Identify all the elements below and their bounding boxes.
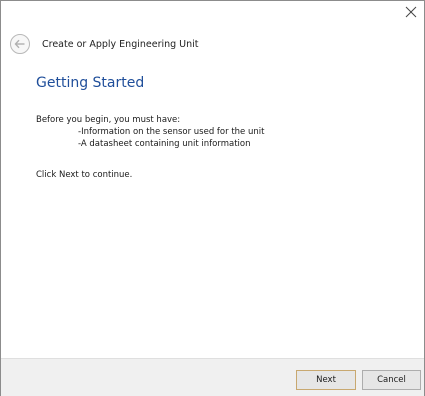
button-bar: Next Cancel <box>1 358 424 396</box>
back-arrow-icon[interactable] <box>9 33 31 55</box>
page-heading: Getting Started <box>36 75 145 91</box>
next-button[interactable]: Next <box>296 370 356 390</box>
wizard-header: Create or Apply Engineering Unit <box>9 32 199 56</box>
requirement-item: -A datasheet containing unit information <box>78 139 251 149</box>
wizard-dialog: Create or Apply Engineering Unit Getting… <box>0 0 425 396</box>
close-icon[interactable] <box>402 3 420 21</box>
dialog-title: Create or Apply Engineering Unit <box>42 38 199 50</box>
cancel-button[interactable]: Cancel <box>362 370 421 390</box>
requirement-item: -Information on the sensor used for the … <box>78 127 265 137</box>
intro-text: Before you begin, you must have: <box>36 115 181 125</box>
instruction-text: Click Next to continue. <box>36 170 133 180</box>
